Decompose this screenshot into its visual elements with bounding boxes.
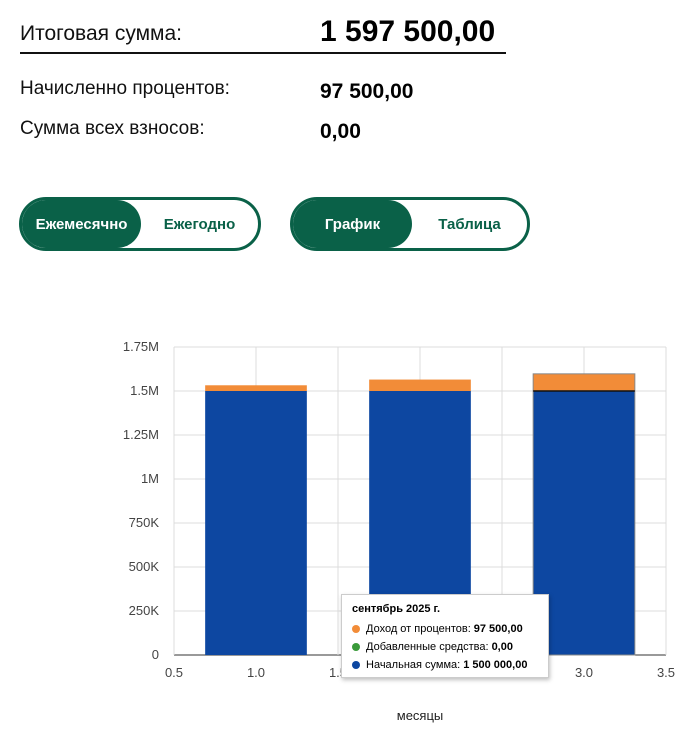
bar-segment[interactable] (205, 385, 307, 391)
x-tick-label: 3.5 (657, 665, 675, 680)
bar-segment[interactable] (369, 379, 471, 391)
tooltip-title: сентябрь 2025 г. (352, 603, 441, 615)
y-tick-label: 750K (129, 515, 160, 530)
x-tick-label: 1.0 (247, 665, 265, 680)
tooltip-label-interest: Доход от процентов: (366, 623, 471, 635)
y-tick-label: 1M (141, 471, 159, 486)
y-tick-label: 0 (152, 647, 159, 662)
tooltip-value-added: 0,00 (491, 641, 513, 653)
y-tick-label: 500K (129, 559, 160, 574)
tooltip-dot-initial (352, 661, 360, 669)
tooltip-row-initial: Начальная сумма: 1 500 000,00 (352, 656, 548, 674)
x-tick-label: 0.5 (165, 665, 183, 680)
bar-segment[interactable] (533, 373, 635, 391)
x-axis-label: месяцы (397, 708, 444, 723)
y-tick-label: 1.25M (123, 427, 159, 442)
tooltip-label-initial: Начальная сумма: (366, 659, 461, 671)
tooltip-value-interest: 97 500,00 (473, 623, 523, 635)
tooltip-dot-interest (352, 625, 360, 633)
chart-tooltip: сентябрь 2025 г. Доход от процентов: 97 … (341, 594, 549, 678)
y-tick-label: 1.75M (123, 339, 159, 354)
tooltip-row-added: Добавленные средства: 0,00 (352, 638, 548, 656)
tooltip-dot-added (352, 643, 360, 651)
bar-segment[interactable] (205, 391, 307, 655)
tooltip-row-interest: Доход от процентов: 97 500,00 (352, 620, 548, 638)
y-tick-label: 250K (129, 603, 160, 618)
tooltip-value-initial: 1 500 000,00 (463, 659, 528, 671)
x-tick-label: 3.0 (575, 665, 593, 680)
y-tick-label: 1.5M (130, 383, 159, 398)
tooltip-label-added: Добавленные средства: (366, 641, 489, 653)
